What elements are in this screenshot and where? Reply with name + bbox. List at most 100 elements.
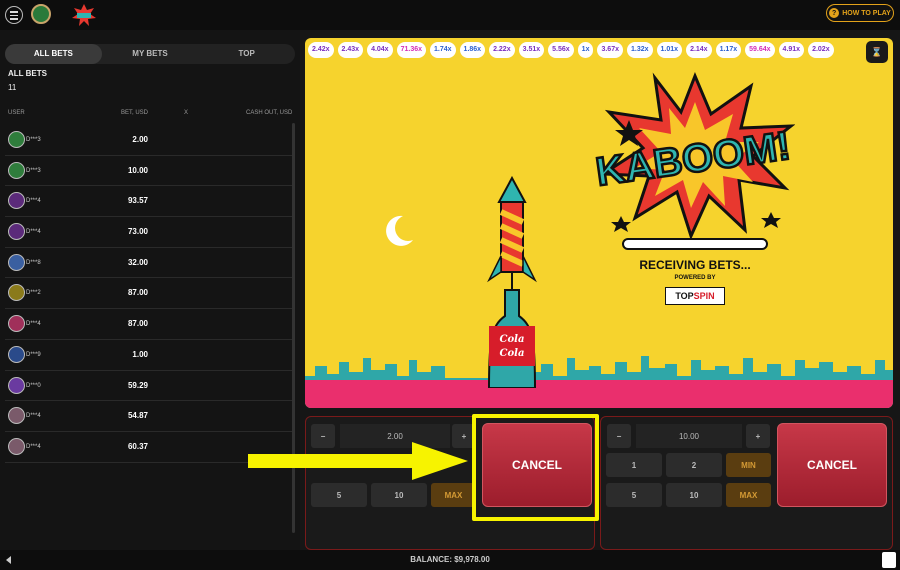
bet-amount: 93.57 [127, 196, 148, 206]
increase-bet-button-2[interactable]: + [746, 424, 770, 448]
bets-tabs: ALL BETS MY BETS TOP [5, 44, 295, 64]
column-cashout: CASH OUT, USD [246, 110, 293, 116]
history-toggle-button[interactable]: ⌛ [866, 41, 888, 63]
bet-amount: 32.00 [127, 257, 148, 267]
avatar [8, 131, 25, 148]
bet-row: D***4 87.00 [5, 309, 295, 340]
bet-user: D***4 [26, 413, 41, 420]
avatar [8, 437, 25, 455]
multiplier-pill: 5.56x [548, 42, 574, 58]
how-to-play-label: HOW TO PLAY [842, 9, 891, 17]
multiplier-pill: 71.36x [396, 42, 427, 58]
multiplier-pill: 59.64x [745, 42, 775, 58]
round-status-text: RECEIVING BETS... [639, 258, 751, 272]
avatar [8, 345, 25, 363]
quick-bet-5[interactable]: 5 [311, 483, 367, 507]
bottle-label-bottom: Cola [500, 348, 525, 359]
column-user: USER [8, 110, 25, 116]
avatar [8, 376, 25, 394]
game-area: 2.42x 2.43x 4.04x 71.36x 1.74x 1.86x 2.22x 3.51… [305, 38, 893, 408]
powered-by-label: POWERED BY [674, 275, 716, 281]
bet-amount: 59.29 [127, 380, 148, 390]
bet-amount: 54.87 [127, 411, 148, 421]
bet-user: D***4 [26, 321, 41, 328]
quick-bet-1[interactable]: 1 [606, 453, 662, 477]
avatar [8, 315, 25, 333]
multiplier-pill: 1.01x [656, 42, 683, 58]
multiplier-pill: 1.17x [715, 42, 742, 58]
quick-bet-max[interactable]: MAX [431, 483, 476, 507]
column-bet: BET, USD [121, 110, 149, 116]
bet-row: D***4 93.57 [5, 186, 295, 218]
bet-user: D***4 [26, 198, 41, 205]
footer-bar: BALANCE: $9,978.00 [0, 550, 900, 570]
bet-amount-input-2[interactable]: 10.00 [636, 424, 742, 448]
bets-list: D***3 2.00 D***3 10.00 D***4 93.57 D***4 73.00 D… [5, 125, 295, 463]
quick-bet-min[interactable]: MIN [726, 453, 771, 477]
topspin-footer-logo [882, 552, 896, 568]
bet-user: D***3 [26, 137, 41, 143]
quick-bet-10-2[interactable]: 10 [666, 483, 722, 507]
rocket-bottle: Cola Cola [487, 176, 537, 388]
multiplier-pill: 1.74x [430, 42, 456, 58]
bet-row: D***0 59.29 [5, 371, 295, 402]
all-bets-title: ALL BETS [8, 69, 47, 78]
multiplier-pill: 4.91x [778, 42, 805, 58]
bet-row: D***3 10.00 [5, 156, 295, 187]
kaboom-explosion: KABOOM! [595, 72, 795, 238]
multiplier-pill: 2.42x [308, 42, 334, 58]
user-avatar[interactable] [31, 4, 51, 24]
arrow-icon [248, 442, 468, 480]
multiplier-pill: 1.32x [627, 42, 653, 58]
bet-amount: 2.00 [132, 135, 148, 144]
multiplier-pill: 1.86x [459, 42, 486, 58]
highlight-frame [472, 414, 599, 521]
multiplier-pill: 1x [577, 42, 594, 58]
bottle-label-top: Cola [500, 334, 525, 345]
round-status: RECEIVING BETS... POWERED BY TOP SPIN [615, 238, 775, 305]
bet-row: D***8 32.00 [5, 248, 295, 279]
quick-bet-5-2[interactable]: 5 [606, 483, 662, 507]
bet-row: D***2 87.00 [5, 278, 295, 310]
multiplier-pill: 2.43x [337, 42, 364, 58]
bet-amount: 87.00 [127, 319, 148, 329]
multiplier-pill: 2.14x [686, 42, 712, 58]
quick-bet-2[interactable]: 2 [666, 453, 722, 477]
question-icon: ? [829, 8, 840, 18]
tab-top[interactable]: TOP [198, 44, 295, 64]
ground-strip [305, 380, 893, 408]
bet-row: D***3 2.00 [5, 125, 295, 156]
avatar [8, 284, 25, 302]
bet-user: D***3 [26, 167, 41, 174]
all-bets-count: 11 [8, 83, 17, 92]
multiplier-history: 2.42x 2.43x 4.04x 71.36x 1.74x 1.86x 2.22x 3.51… [305, 38, 893, 62]
bet-user: D***2 [26, 290, 41, 297]
decrease-bet-button-2[interactable]: − [607, 424, 631, 448]
multiplier-pill: 2.22x [489, 42, 515, 58]
bet-amount: 73.00 [127, 227, 148, 237]
bet-user: D***4 [26, 443, 41, 450]
tab-my-bets[interactable]: MY BETS [102, 44, 199, 64]
bet-amount: 10.00 [127, 165, 148, 175]
quick-bet-10[interactable]: 10 [371, 483, 427, 507]
quick-bet-max-2[interactable]: MAX [726, 483, 771, 507]
cancel-bet-button-2[interactable]: CANCEL [777, 423, 887, 507]
avatar [8, 223, 25, 241]
bet-row: D***4 54.87 [5, 401, 295, 432]
column-x: X [184, 110, 189, 116]
avatar [8, 192, 25, 210]
tab-all-bets[interactable]: ALL BETS [5, 44, 102, 64]
bet-amount: 1.00 [132, 349, 148, 359]
how-to-play-button[interactable]: ? HOW TO PLAY [826, 4, 894, 22]
bet-row: D***9 1.00 [5, 340, 295, 371]
bet-user: D***0 [26, 382, 41, 389]
top-bar: ? HOW TO PLAY [0, 0, 900, 30]
avatar [8, 407, 25, 425]
bet-user: D***9 [26, 351, 41, 358]
bet-user: D***4 [26, 229, 41, 236]
menu-icon[interactable] [5, 6, 23, 24]
bet-amount: 87.00 [127, 288, 148, 298]
multiplier-pill: 3.51x [518, 42, 545, 58]
bet-amount: 60.37 [127, 441, 148, 451]
bet-panel-2: − 10.00 + 1 2 MIN 5 10 MAX CANCEL [600, 416, 893, 550]
